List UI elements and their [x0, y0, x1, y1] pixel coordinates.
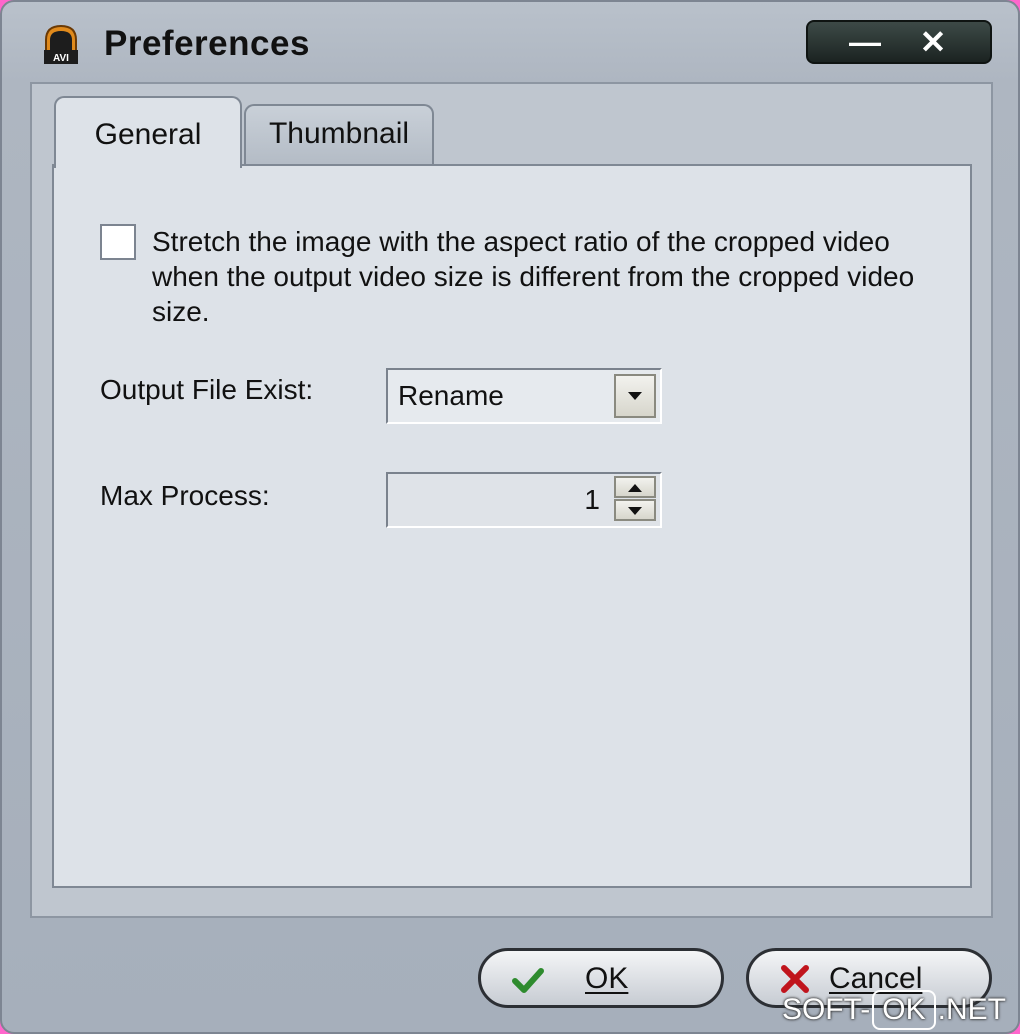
title-bar[interactable]: AVI Preferences — ✕	[2, 2, 1018, 86]
avi-app-icon: AVI	[44, 24, 78, 64]
spin-up-button[interactable]	[614, 476, 656, 498]
ok-button-label: OK	[585, 962, 629, 995]
watermark-part-3: .NET	[937, 993, 1006, 1026]
output-file-exist-value: Rename	[398, 380, 504, 411]
arrow-down-icon	[628, 507, 642, 515]
checkmark-icon	[512, 968, 544, 993]
dropdown-arrow-button[interactable]	[614, 374, 656, 418]
tab-general[interactable]: General	[54, 96, 242, 168]
preferences-window: AVI Preferences — ✕ General Thumbnail St…	[0, 0, 1020, 1034]
watermark: SOFT- OK .NET	[782, 990, 1006, 1030]
max-process-spinner[interactable]: 1	[386, 472, 662, 528]
tab-thumbnail[interactable]: Thumbnail	[244, 104, 434, 166]
output-file-exist-label: Output File Exist:	[100, 374, 314, 405]
max-process-value: 1	[584, 484, 600, 515]
close-icon: ✕	[919, 24, 947, 60]
stretch-image-checkbox[interactable]	[100, 224, 136, 260]
stretch-label-line-1: Stretch the image with the aspect ratio …	[152, 226, 890, 257]
window-controls: — ✕	[806, 20, 992, 64]
ok-button[interactable]: OK	[478, 948, 724, 1008]
window-title: Preferences	[104, 24, 310, 63]
stretch-label-line-3: size.	[152, 296, 210, 327]
close-button[interactable]: ✕	[898, 22, 968, 62]
max-process-label: Max Process:	[100, 480, 270, 511]
minimize-button[interactable]: —	[830, 22, 900, 62]
svg-text:AVI: AVI	[53, 53, 69, 64]
arrow-up-icon	[628, 484, 642, 492]
stretch-image-label: Stretch the image with the aspect ratio …	[152, 224, 972, 329]
spin-down-button[interactable]	[614, 499, 656, 521]
chevron-down-icon	[628, 392, 642, 400]
stretch-label-line-2: when the output video size is different …	[152, 261, 915, 292]
watermark-part-2: OK	[872, 990, 936, 1030]
minimize-icon: —	[849, 24, 881, 60]
watermark-part-1: SOFT-	[781, 993, 871, 1026]
output-file-exist-select[interactable]: Rename	[386, 368, 662, 424]
